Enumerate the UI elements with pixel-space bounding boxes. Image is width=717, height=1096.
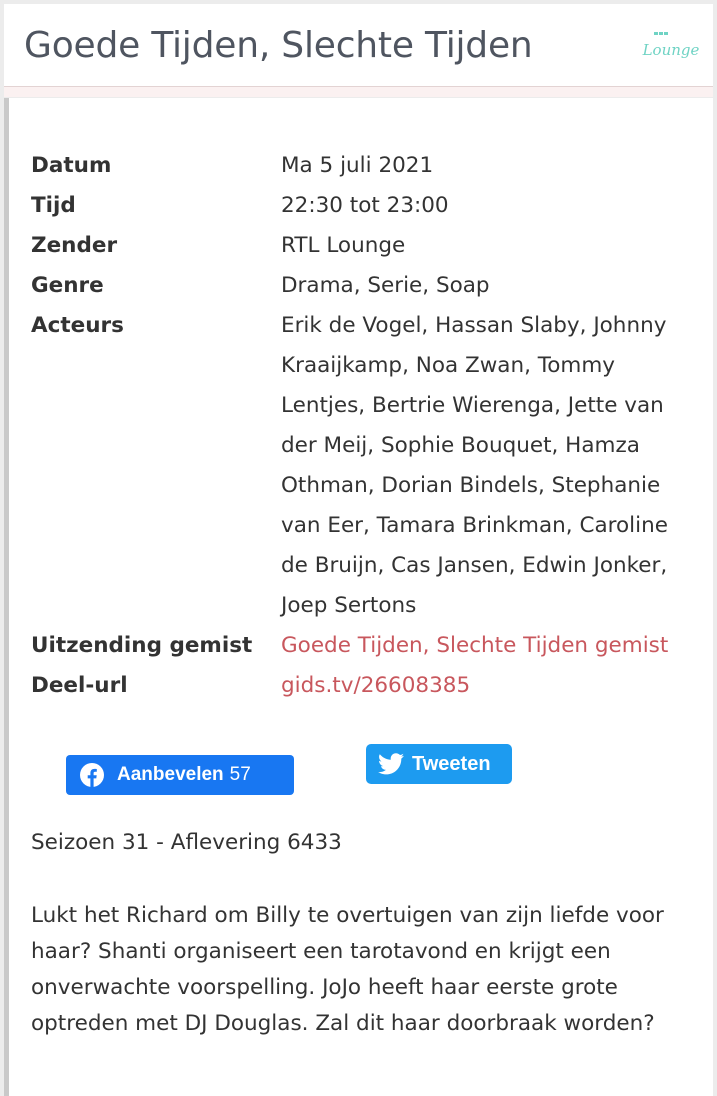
info-value: Ma 5 juli 2021: [281, 153, 434, 178]
episode-description: Lukt het Richard om Billy te overtuigen …: [31, 903, 664, 1036]
info-label: Tijd: [31, 193, 76, 218]
info-label: Uitzending gemist: [31, 633, 253, 658]
info-label: Datum: [31, 153, 112, 178]
page-title: Goede Tijden, Slechte Tijden: [24, 25, 533, 66]
share-url-link[interactable]: gids.tv/26608385: [281, 673, 470, 698]
rtl-lounge-logo-icon: Lounge: [642, 32, 700, 59]
page-header: Goede Tijden, Slechte Tijden Lounge: [4, 4, 713, 87]
tweet-button[interactable]: Tweeten: [366, 744, 512, 784]
info-label: Genre: [31, 273, 104, 298]
info-row-acteurs: Acteurs Erik de Vogel, Hassan Slaby, Joh…: [31, 306, 691, 626]
twitter-bird-icon: [378, 753, 404, 775]
facebook-button-label: Aanbevelen: [117, 764, 224, 785]
info-row-uitzending-gemist: Uitzending gemist Goede Tijden, Slechte …: [31, 626, 691, 666]
info-value: Drama, Serie, Soap: [281, 273, 490, 298]
tweet-button-label: Tweeten: [412, 752, 491, 775]
actors-list: Erik de Vogel, Hassan Slaby, Johnny Kraa…: [281, 313, 668, 618]
info-row-genre: Genre Drama, Serie, Soap: [31, 266, 691, 306]
info-row-datum: Datum Ma 5 juli 2021: [31, 146, 691, 186]
info-label: Acteurs: [31, 313, 124, 338]
info-row-deel-url: Deel-url gids.tv/26608385: [31, 666, 691, 706]
info-label: Zender: [31, 233, 118, 258]
episode-info: Seizoen 31 - Aflevering 6433: [31, 830, 342, 855]
facebook-recommend-button[interactable]: Aanbevelen 57: [66, 755, 294, 795]
info-label: Deel-url: [31, 673, 128, 698]
info-row-zender: Zender RTL Lounge: [31, 226, 691, 266]
program-details: Datum Ma 5 juli 2021 Tijd 22:30 tot 23:0…: [4, 98, 713, 1096]
info-table: Datum Ma 5 juli 2021 Tijd 22:30 tot 23:0…: [31, 146, 691, 706]
header-divider: [4, 87, 713, 97]
missed-broadcast-link[interactable]: Goede Tijden, Slechte Tijden gemist: [281, 633, 668, 658]
facebook-icon: [80, 763, 104, 787]
channel-logo-text: Lounge: [642, 41, 700, 59]
facebook-like-count: 57: [229, 764, 251, 785]
info-value: 22:30 tot 23:00: [281, 193, 449, 218]
info-row-tijd: Tijd 22:30 tot 23:00: [31, 186, 691, 226]
info-value: RTL Lounge: [281, 233, 406, 258]
